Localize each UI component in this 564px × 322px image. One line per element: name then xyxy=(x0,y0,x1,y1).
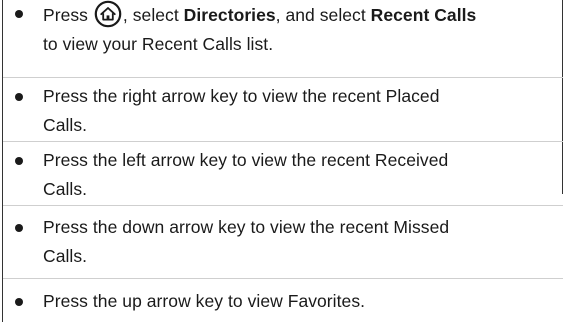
bullet-icon xyxy=(15,157,23,165)
list-item: Press the left arrow key to view the rec… xyxy=(3,142,563,206)
home-icon xyxy=(94,0,122,28)
list-item-text: Press the up arrow key to view Favorites… xyxy=(43,291,366,311)
bold-term: Recent Calls xyxy=(370,5,477,25)
list-item: Press , select Directories, and select R… xyxy=(3,0,563,78)
bullet-icon xyxy=(15,10,23,18)
list-item: Press the right arrow key to view the re… xyxy=(3,78,563,142)
list-item: Press the down arrow key to view the rec… xyxy=(3,206,563,279)
list-item-text: Press the down arrow key to view the rec… xyxy=(43,217,450,266)
bullet-icon xyxy=(15,298,23,306)
bold-term: Directories xyxy=(183,5,276,25)
bullet-icon xyxy=(15,224,23,232)
list-item-text: Press , select Directories, and select R… xyxy=(43,0,557,59)
list-item-text: Press the left arrow key to view the rec… xyxy=(43,150,449,199)
list-item-text: Press the right arrow key to view the re… xyxy=(43,86,440,135)
bullet-icon xyxy=(15,93,23,101)
instructions-table: Press , select Directories, and select R… xyxy=(2,0,563,322)
list-item: Press the up arrow key to view Favorites… xyxy=(3,279,563,322)
